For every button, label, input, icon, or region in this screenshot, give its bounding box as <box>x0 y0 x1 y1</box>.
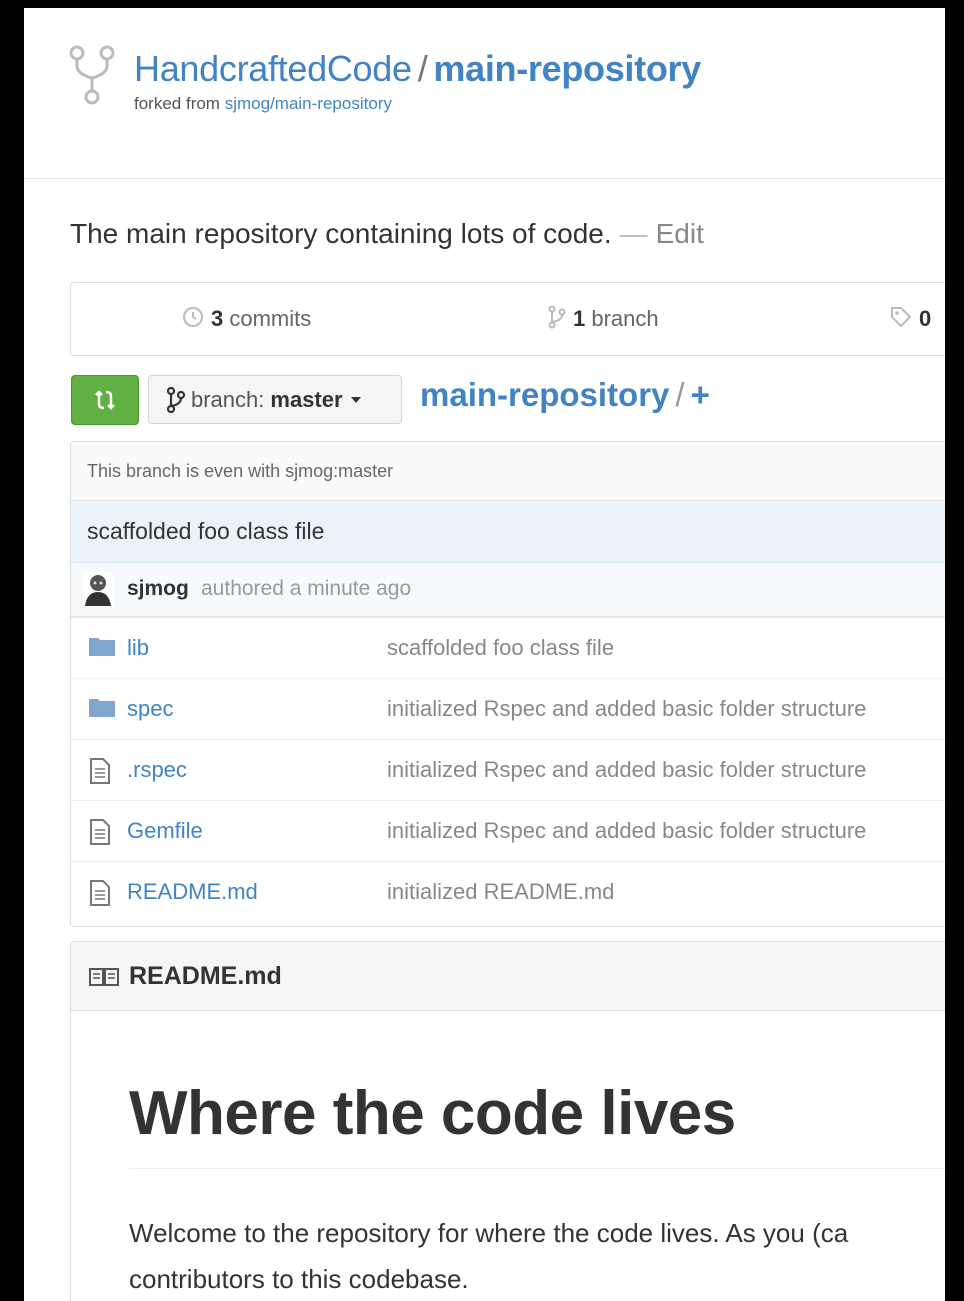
releases-count: 0 <box>919 306 932 331</box>
file-name-link[interactable]: lib <box>127 635 149 661</box>
latest-commit-meta: sjmog authored a minute ago <box>71 563 945 617</box>
file-commit-message[interactable]: initialized README.md <box>387 879 614 905</box>
branch-value: master <box>270 386 343 412</box>
file-row: Gemfile initialized Rspec and added basi… <box>71 800 945 861</box>
file-name-link[interactable]: .rspec <box>127 757 187 783</box>
readme-divider <box>129 1168 945 1169</box>
commits-label: commits <box>229 306 312 331</box>
compare-icon <box>95 390 115 410</box>
file-browser: This branch is even with sjmog:master sc… <box>70 441 945 927</box>
repository-page: HandcraftedCode / main-repository forked f… <box>24 8 945 1301</box>
releases-count-link[interactable]: 0 <box>889 305 931 332</box>
file-row: .rspec initialized Rspec and added basic… <box>71 739 945 800</box>
tag-icon <box>891 307 912 328</box>
breadcrumb: main-repository / + <box>420 376 710 414</box>
repo-title-separator: / <box>417 48 428 89</box>
branch-icon <box>548 305 566 329</box>
description-text: The main repository containing lots of c… <box>70 218 612 249</box>
repo-header: HandcraftedCode / main-repository forked f… <box>24 8 945 179</box>
file-name-link[interactable]: README.md <box>127 879 258 905</box>
new-file-button[interactable]: + <box>691 376 710 413</box>
description-dash: — <box>619 218 648 249</box>
file-icon <box>90 880 110 906</box>
forked-source-link[interactable]: sjmog/main-repository <box>225 94 392 113</box>
readme-title: README.md <box>129 962 282 990</box>
repo-name-link[interactable]: main-repository <box>433 48 701 89</box>
forked-from: forked from sjmog/main-repository <box>134 94 392 114</box>
commits-count: 3 <box>211 306 224 331</box>
readme-heading: Where the code lives <box>129 1079 736 1148</box>
file-commit-message[interactable]: initialized Rspec and added basic folder… <box>387 818 866 844</box>
file-icon <box>90 758 110 784</box>
file-row: README.md initialized README.md <box>71 861 945 922</box>
branch-icon <box>166 386 186 413</box>
commit-message-text: scaffolded foo class file <box>87 518 325 544</box>
readme-paragraph: Welcome to the repository for where the … <box>129 1210 945 1301</box>
branches-count: 1 <box>573 306 586 331</box>
forked-from-label: forked from <box>134 94 220 113</box>
branch-status-text: This branch is even with sjmog:master <box>87 461 394 481</box>
file-commit-message[interactable]: initialized Rspec and added basic folder… <box>387 696 866 722</box>
commit-author-link[interactable]: sjmog <box>127 577 189 601</box>
edit-description-link[interactable]: Edit <box>656 218 704 249</box>
folder-icon <box>89 638 115 656</box>
file-name-link[interactable]: spec <box>127 696 173 722</box>
branch-label: branch: <box>191 386 265 412</box>
readme-header: README.md <box>71 942 945 1011</box>
breadcrumb-separator: / <box>675 376 685 413</box>
file-commit-message[interactable]: scaffolded foo class file <box>387 635 614 661</box>
chevron-down-icon <box>350 396 361 403</box>
file-commit-message[interactable]: initialized Rspec and added basic folder… <box>387 757 866 783</box>
readme-paragraph-line: Welcome to the repository for where the … <box>129 1218 849 1248</box>
avatar[interactable] <box>83 572 113 606</box>
folder-icon <box>89 699 115 717</box>
file-name-link[interactable]: Gemfile <box>127 818 203 844</box>
commit-time: authored a minute ago <box>201 577 412 600</box>
branches-label: branch <box>591 306 659 331</box>
repo-owner-link[interactable]: HandcraftedCode <box>134 48 412 89</box>
file-icon <box>90 819 110 845</box>
branches-count-link[interactable]: 1 branch <box>547 305 659 332</box>
repo-title: HandcraftedCode / main-repository <box>134 48 701 90</box>
readme-panel: README.md Where the code lives Welcome t… <box>70 941 945 1301</box>
book-icon <box>89 968 119 986</box>
file-row: lib scaffolded foo class file <box>71 617 945 678</box>
breadcrumb-repo-link[interactable]: main-repository <box>420 376 669 413</box>
commits-icon <box>183 307 203 327</box>
numbers-summary: 3 commits 1 branch 0 <box>70 282 945 356</box>
branch-status-bar: This branch is even with sjmog:master <box>71 442 945 501</box>
readme-paragraph-line: contributors to this codebase. <box>129 1264 469 1294</box>
file-row: spec initialized Rspec and added basic f… <box>71 678 945 739</box>
latest-commit-message[interactable]: scaffolded foo class file <box>71 501 945 563</box>
commits-count-link[interactable]: 3 commits <box>181 305 311 332</box>
repo-forked-icon <box>69 45 115 105</box>
branch-select-button[interactable]: branch: master <box>148 375 402 424</box>
repo-description: The main repository containing lots of c… <box>70 218 704 250</box>
compare-button[interactable] <box>71 375 139 425</box>
